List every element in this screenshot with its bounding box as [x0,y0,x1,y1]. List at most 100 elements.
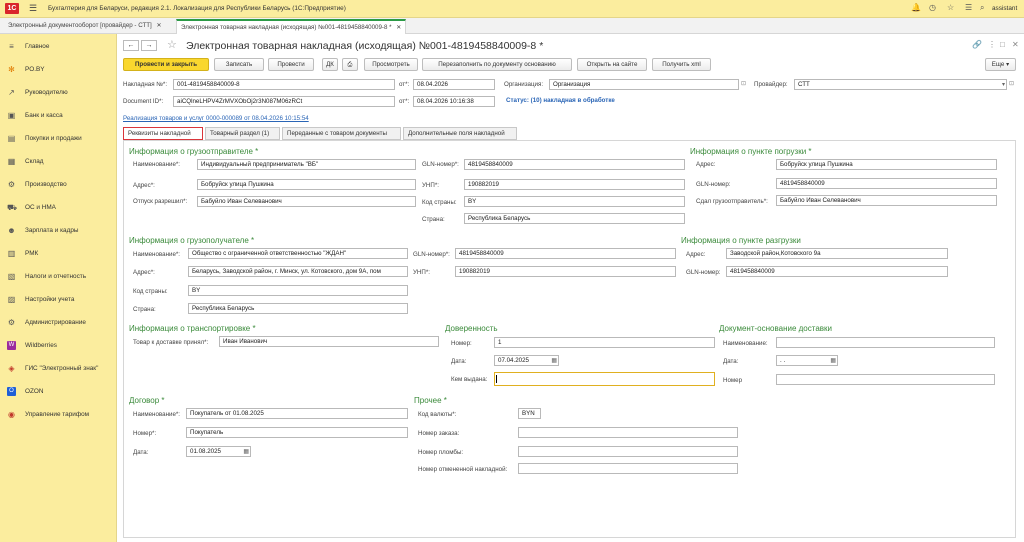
shipper-released-field[interactable]: Бабуйло Иван Селеванович [197,196,416,207]
open-org-icon[interactable]: ⊡ [741,80,746,87]
unloading-addr-field[interactable]: Заводской район,Котовского 9а [726,248,948,259]
sidebar-item-label: Склад [25,157,44,165]
order-num-field[interactable] [518,427,738,438]
poa-issued-field[interactable] [494,372,715,386]
sidebar-item-assets[interactable]: ⛟ ОС и НМА [7,200,56,214]
shipper-addr-field[interactable]: Бобруйск улица Пушкина [197,179,416,190]
sidebar-item-main[interactable]: ≡ Главное [7,39,49,53]
tab-invoice-details[interactable]: Реквизиты накладной [123,127,203,140]
back-icon[interactable]: ← [123,40,139,51]
sidebar-item-sales[interactable]: ▤ Покупки и продажи [7,131,82,145]
shipper-country-field[interactable]: Республика Беларусь [464,213,685,224]
post-button[interactable]: Провести [268,58,314,71]
calendar-icon[interactable]: ▦ [243,448,249,456]
docid-field[interactable]: aiCQlneLHPV4ZrMVXObOj2r3N087M06zRCt [173,96,395,107]
poa-date-field[interactable]: 07.04.2025 ▦ [494,355,559,366]
consignee-addr-field[interactable]: Беларусь, Заводской район, г. Минск, ул.… [188,266,408,277]
basedoc-date-label: Дата: [723,358,739,365]
consignee-cc-label: Код страны: [133,288,168,295]
print-icon[interactable]: ⎙ [342,58,358,71]
shipper-released-label: Отпуск разрешил*: [133,198,188,205]
currency-field[interactable]: BYN [518,408,541,419]
sidebar-item-settings[interactable]: ▨ Настройки учета [7,292,75,306]
basedoc-name-field[interactable] [776,337,995,348]
seal-num-label: Номер пломбы: [418,449,464,456]
sidebar-item-wildberries[interactable]: W Wildberries [7,338,57,352]
tab-edo[interactable]: Электронный документооборот [провайдер -… [4,19,166,34]
loading-gln-field[interactable]: 4819458840009 [776,178,997,189]
main-menu-icon[interactable]: ☰ [29,3,37,14]
invoice-no-field[interactable]: 001-4819458840009-8 [173,79,395,90]
more-vert-icon[interactable]: ⋮ [988,40,996,49]
sidebar-item-production[interactable]: ⚙ Производство [7,177,67,191]
provider-select[interactable]: СТТ ▾ [794,79,1007,90]
search-icon[interactable]: ⌕ [980,3,984,13]
save-button[interactable]: Записать [214,58,264,71]
sidebar-item-payroll[interactable]: ☻ Зарплата и кадры [7,223,78,237]
tab-invoice[interactable]: Электронная товарная накладная (исходяща… [176,19,407,34]
loading-handed-field[interactable]: Бабуйло Иван Селеванович [776,195,997,206]
basedoc-num-field[interactable] [776,374,995,385]
open-provider-icon[interactable]: ⊡ [1009,80,1014,87]
sidebar-item-bank[interactable]: ▣ Банк и касса [7,108,63,122]
tab-goods[interactable]: Товарный раздел (1) [205,127,280,140]
sidebar-item-warehouse[interactable]: ▦ Склад [7,154,44,168]
tab-transferred-docs[interactable]: Переданные с товаром документы [282,127,401,140]
close-icon[interactable]: ✕ [156,22,161,29]
cancelled-invoice-field[interactable] [518,463,738,474]
contract-num-field[interactable]: Покупатель [186,427,408,438]
more-button[interactable]: Еще ▾ [985,58,1016,71]
sidebar-item-label: Зарплата и кадры [25,226,79,234]
favorite-star-icon[interactable]: ☆ [167,38,177,51]
from-date-field[interactable]: 08.04.2026 [413,79,495,90]
basedoc-date-field[interactable]: . . ▦ [776,355,838,366]
poa-num-field[interactable]: 1 [494,337,715,348]
bell-icon[interactable]: 🔔 [911,3,921,12]
transport-accepted-field[interactable]: Иван Иванович [219,336,439,347]
consignee-cc-field[interactable]: BY [188,285,408,296]
shipper-gln-field[interactable]: 4819458840009 [464,159,685,170]
seal-num-field[interactable] [518,446,738,457]
post-and-close-button[interactable]: Провести и закрыть [123,58,209,71]
sidebar-item-ozon[interactable]: O OZON [7,384,43,398]
close-icon[interactable]: ✕ [396,24,401,31]
consignee-country-field[interactable]: Республика Беларусь [188,303,408,314]
refill-button[interactable]: Перезаполнить по документу основанию [422,58,572,71]
sidebar-item-poby[interactable]: ✻ PO.BY [7,62,44,76]
org-field[interactable]: Организация [549,79,739,90]
settings-icon[interactable]: ☰ [965,3,972,12]
user-name[interactable]: assistant [992,5,1017,12]
sidebar-item-taxes[interactable]: ▧ Налоги и отчетность [7,269,86,283]
sidebar-item-rmk[interactable]: ▥ РМК [7,246,39,260]
consignee-gln-field[interactable]: 4819458840009 [455,248,676,259]
dt-kt-icon[interactable]: ДК [322,58,338,71]
forward-icon[interactable]: → [141,40,157,51]
from2-datetime-field[interactable]: 08.04.2026 10:16:38 [413,96,495,107]
calendar-icon[interactable]: ▦ [830,357,836,365]
base-document-link[interactable]: Реализация товаров и услуг 0000-000089 о… [123,115,309,122]
sidebar-item-gis[interactable]: ◈ ГИС "Электронный знак" [7,361,98,375]
maximize-icon[interactable]: □ [1000,40,1005,49]
consignee-name-field[interactable]: Общество с ограниченной ответственностью… [188,248,408,259]
sidebar-item-tariff[interactable]: ◉ Управление тарифом [7,407,89,421]
shipper-cc-field[interactable]: BY [464,196,685,207]
shipper-unp-field[interactable]: 190882019 [464,179,685,190]
contract-date-field[interactable]: 01.08.2025 ▦ [186,446,251,457]
history-icon[interactable]: ◷ [929,3,936,12]
shipper-name-field[interactable]: Индивидуальный предприниматель "ВБ" [197,159,416,170]
sidebar-item-admin[interactable]: ⚙ Администрирование [7,315,86,329]
contract-name-field[interactable]: Покупатель от 01.08.2025 [186,408,408,419]
calendar-icon[interactable]: ▦ [551,357,557,365]
provider-label: Провайдер: [754,81,788,88]
tab-additional-fields[interactable]: Дополнительные поля накладной [403,127,517,140]
loading-addr-field[interactable]: Бобруйск улица Пушкина [776,159,997,170]
star-icon[interactable]: ☆ [947,3,954,12]
close-icon[interactable]: ✕ [1012,40,1019,49]
view-button[interactable]: Просмотреть [364,58,418,71]
link-icon[interactable]: 🔗 [972,40,982,49]
open-site-button[interactable]: Открыть на сайте [577,58,647,71]
unloading-gln-field[interactable]: 4819458840009 [726,266,948,277]
get-xml-button[interactable]: Получить xml [652,58,711,71]
sidebar-item-director[interactable]: ↗ Руководителю [7,85,68,99]
consignee-unp-field[interactable]: 190882019 [455,266,676,277]
